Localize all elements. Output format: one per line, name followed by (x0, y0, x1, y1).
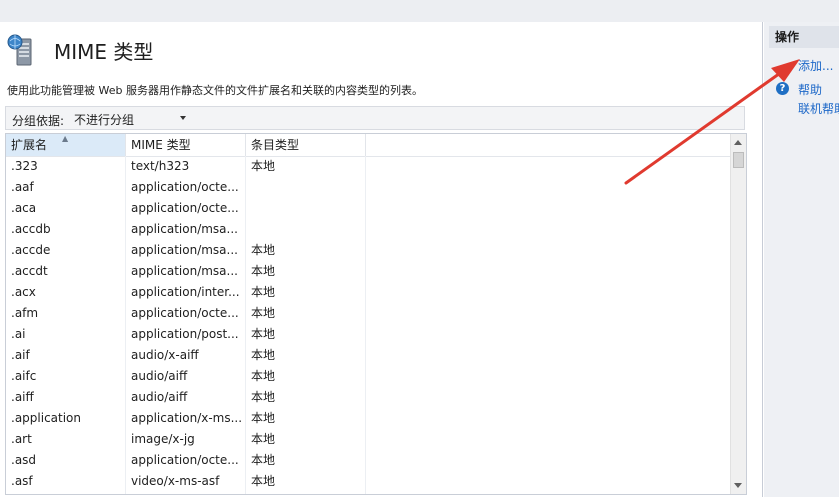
extension-cell: .accdb (11, 222, 51, 236)
page-description: 使用此功能管理被 Web 服务器用作静态文件的文件扩展名和关联的内容类型的列表。 (7, 84, 423, 97)
mime-type-cell: application/octe... (131, 201, 239, 215)
vertical-scrollbar[interactable] (730, 134, 746, 494)
mime-type-cell: application/x-ms... (131, 411, 243, 425)
column-header-label: 条目类型 (251, 138, 300, 152)
entry-type-cell: 本地 (251, 348, 276, 362)
extension-cell: .asd (11, 453, 37, 467)
table-row[interactable]: .art image/x-jg 本地 (6, 429, 731, 450)
table-row[interactable]: .aifc audio/aiff 本地 (6, 366, 731, 387)
actions-header: 操作 (769, 26, 839, 48)
entry-type-cell: 本地 (251, 264, 276, 278)
list-rows: .323 text/h323 本地 .aaf application/octe... … (6, 156, 731, 492)
entry-type-cell (246, 177, 366, 198)
table-row[interactable]: .afm application/octe... 本地 (6, 303, 731, 324)
extension-cell: .accdt (11, 264, 48, 278)
mime-types-server-icon (7, 34, 32, 66)
column-header-label: 扩展名 (11, 138, 48, 152)
table-row[interactable]: .aaf application/octe... (6, 177, 731, 198)
extension-cell: .aif (11, 348, 30, 362)
column-header-extension[interactable]: ▲ 扩展名 (6, 134, 126, 156)
mime-types-list: ▲ 扩展名 MIME 类型 条目类型 .323 text/h323 本地 .aaf a… (5, 133, 747, 495)
entry-type-cell: 本地 (251, 474, 276, 488)
mime-type-cell: application/inter... (131, 285, 240, 299)
scroll-down-arrow-icon[interactable] (734, 483, 742, 488)
extension-cell: .323 (11, 159, 38, 173)
table-row[interactable]: .acx application/inter... 本地 (6, 282, 731, 303)
table-row[interactable]: .accdb application/msa... (6, 219, 731, 240)
entry-type-cell: 本地 (251, 285, 276, 299)
entry-type-cell: 本地 (251, 411, 276, 425)
online-help-action-link[interactable]: 联机帮助 (798, 100, 839, 117)
table-row[interactable]: .aca application/octe... (6, 198, 731, 219)
chevron-down-icon[interactable] (180, 116, 186, 120)
mime-type-cell: video/x-ms-asf (131, 474, 220, 488)
entry-type-cell: 本地 (251, 243, 276, 257)
help-icon: ? (776, 82, 789, 95)
sort-ascending-icon: ▲ (62, 134, 69, 143)
extension-cell: .art (11, 432, 32, 446)
extension-cell: .aifc (11, 369, 37, 383)
entry-type-cell (246, 219, 366, 240)
column-header-label: MIME 类型 (131, 138, 191, 152)
column-header-entry-type[interactable]: 条目类型 (246, 134, 366, 156)
table-row[interactable]: .accdt application/msa... 本地 (6, 261, 731, 282)
extension-cell: .aiff (11, 390, 34, 404)
extension-cell: .asf (11, 474, 33, 488)
help-action-link[interactable]: 帮助 (798, 81, 822, 98)
mime-type-cell: application/msa... (131, 243, 238, 257)
extension-cell: .acx (11, 285, 36, 299)
table-row[interactable]: .asf video/x-ms-asf 本地 (6, 471, 731, 492)
column-header-mime-type[interactable]: MIME 类型 (126, 134, 246, 156)
entry-type-cell: 本地 (251, 306, 276, 320)
table-row[interactable]: .asd application/octe... 本地 (6, 450, 731, 471)
extension-cell: .aca (11, 201, 37, 215)
group-by-label: 分组依据: (12, 114, 65, 128)
mime-type-cell: application/octe... (131, 453, 239, 467)
entry-type-cell: 本地 (251, 432, 276, 446)
mime-type-cell: application/octe... (131, 306, 239, 320)
group-by-value: 不进行分组 (74, 113, 135, 127)
feature-pane: MIME 类型 使用此功能管理被 Web 服务器用作静态文件的文件扩展名和关联的… (0, 22, 763, 497)
entry-type-cell: 本地 (251, 390, 276, 404)
group-by-dropdown[interactable]: 不进行分组 (72, 109, 188, 127)
mime-type-cell: image/x-jg (131, 432, 195, 446)
entry-type-cell: 本地 (251, 369, 276, 383)
scroll-up-arrow-icon[interactable] (734, 140, 742, 145)
group-by-toolbar: 分组依据: 不进行分组 (5, 106, 745, 130)
extension-cell: .accde (11, 243, 51, 257)
add-action-link[interactable]: 添加... (798, 57, 833, 74)
mime-type-cell: text/h323 (131, 159, 190, 173)
table-row[interactable]: .aiff audio/aiff 本地 (6, 387, 731, 408)
mime-type-cell: application/msa... (131, 264, 238, 278)
table-row[interactable]: .ai application/post... 本地 (6, 324, 731, 345)
extension-cell: .afm (11, 306, 39, 320)
table-row[interactable]: .323 text/h323 本地 (6, 156, 731, 177)
entry-type-cell: 本地 (251, 159, 276, 173)
mime-type-cell: audio/aiff (131, 390, 188, 404)
page-title: MIME 类型 (54, 40, 154, 64)
table-row[interactable]: .application application/x-ms... 本地 (6, 408, 731, 429)
extension-cell: .ai (11, 327, 26, 341)
entry-type-cell: 本地 (251, 327, 276, 341)
mime-type-cell: application/post... (131, 327, 239, 341)
actions-pane: 操作 添加... ? 帮助 联机帮助 (763, 22, 839, 497)
window-top-strip (0, 0, 839, 23)
entry-type-cell: 本地 (251, 453, 276, 467)
mime-type-cell: application/octe... (131, 180, 239, 194)
list-header: ▲ 扩展名 MIME 类型 条目类型 (6, 134, 731, 157)
mime-type-cell: application/msa... (131, 222, 238, 236)
extension-cell: .aaf (11, 180, 34, 194)
scrollbar-thumb[interactable] (733, 152, 744, 168)
mime-type-cell: audio/aiff (131, 369, 188, 383)
extension-cell: .application (11, 411, 82, 425)
entry-type-cell (246, 198, 366, 219)
mime-type-cell: audio/x-aiff (131, 348, 199, 362)
table-row[interactable]: .accde application/msa... 本地 (6, 240, 731, 261)
table-row[interactable]: .aif audio/x-aiff 本地 (6, 345, 731, 366)
